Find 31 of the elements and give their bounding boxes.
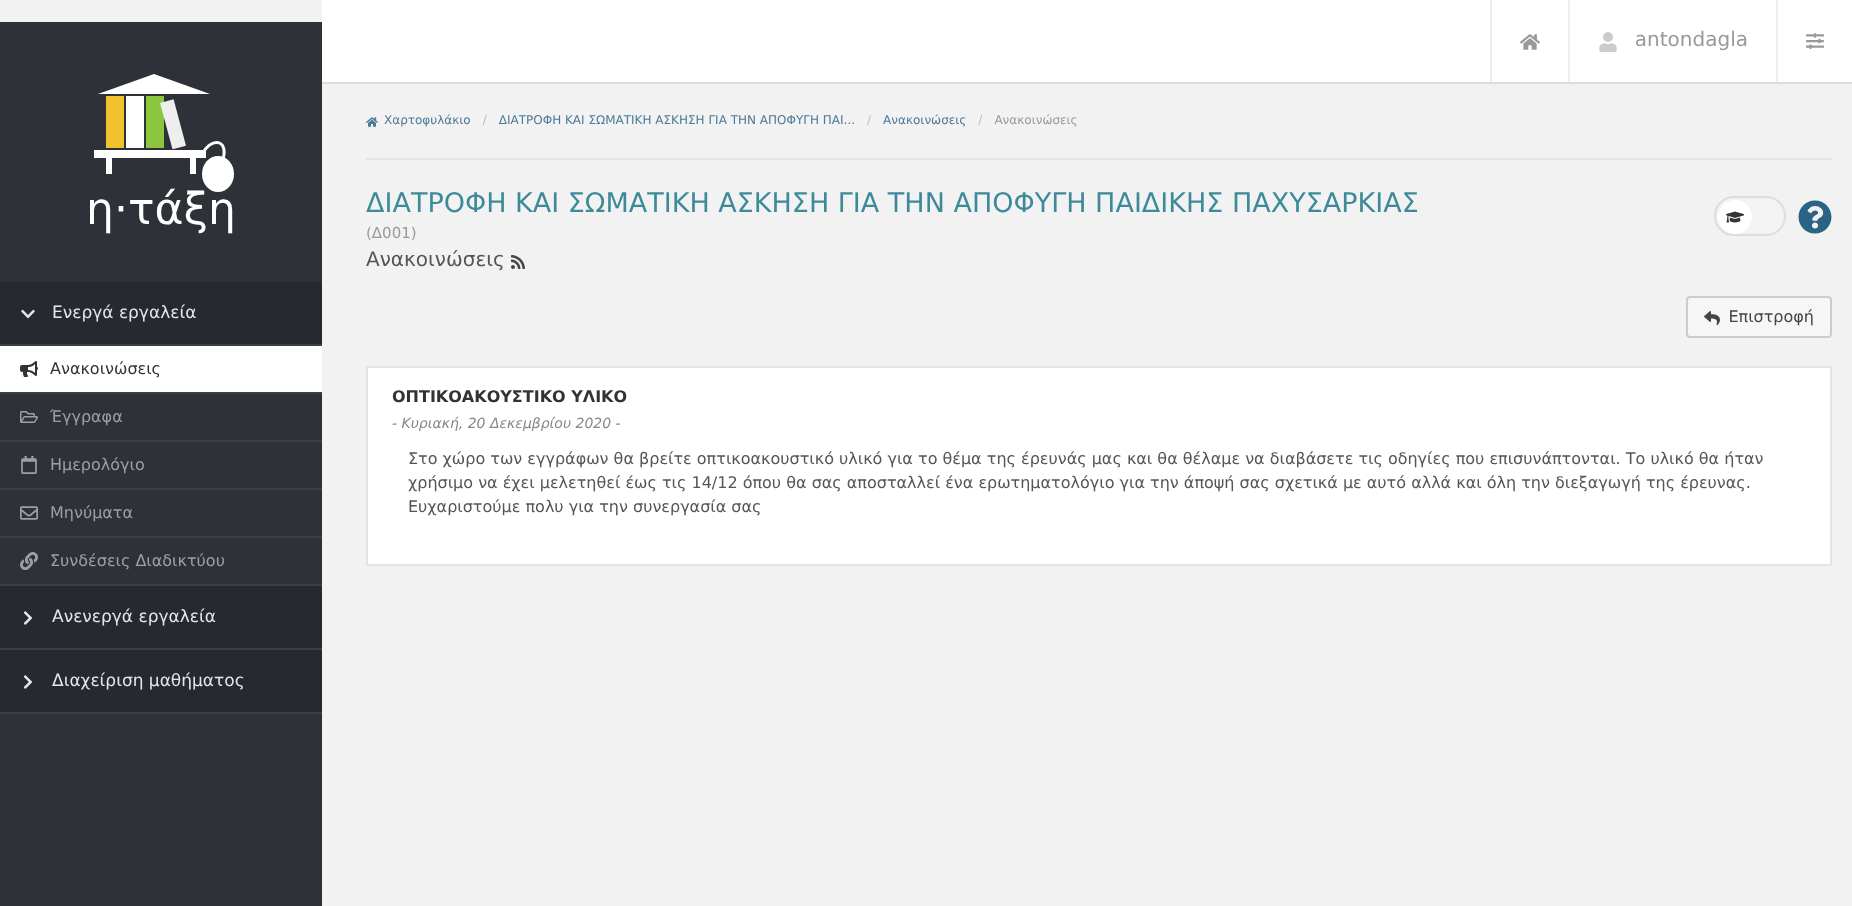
student-view-toggle[interactable] [1714, 196, 1786, 236]
user-icon [1598, 31, 1619, 51]
home-icon [366, 115, 378, 127]
sidebar-section[interactable]: Ανενεργά εργαλεία [0, 586, 322, 650]
chevron-right-icon [20, 609, 36, 625]
sidebar-section[interactable]: Διαχείριση μαθήματος [0, 650, 322, 714]
announcement-body: Στο χώρο των εγγράφων θα βρείτε οπτικοακουστικό υλικό για το θέμα της έρευνάς μας και θα θέλαμε να διαβάσετε τις οδηγίες που επισυνάπτονται. Το υλικό θα ήταν χρήσιμο να έχει μελετηθεί έως τις 14/12 όπου θα σας αποσταλλεί ένα ερωτηματολόγιο για την άποψή σας σχετικά με αυτό αλλά και όλη την διεξαγωγή της έρευνας. Ευχαριστούμε πολυ για την συνεργασία σας [406, 448, 1766, 520]
graduation-cap-icon [1726, 207, 1744, 225]
back-button[interactable]: Επιστροφή [1686, 296, 1832, 338]
sidebar-item[interactable]: Ανακοινώσεις [0, 346, 322, 394]
calendar-icon [20, 456, 38, 474]
rss-icon[interactable] [510, 253, 527, 269]
folder-icon [20, 408, 38, 426]
sidebar-item[interactable]: Ημερολόγιο [0, 442, 322, 490]
announcement-title: ΟΠΤΙΚΟΑΚΟΥΣΤΙΚΟ ΥΛΙΚΟ [392, 388, 630, 406]
section-title: Ανακοινώσεις [366, 250, 505, 272]
user-menu[interactable]: antondagla [1568, 0, 1776, 82]
settings-icon [1806, 32, 1824, 50]
chevron-down-icon [20, 305, 36, 321]
chevron-right-icon [20, 673, 36, 689]
course-title: ΔΙΑΤΡΟΦΗ ΚΑΙ ΣΩΜΑΤΙΚΗ ΑΣΚΗΣΗ ΓΙΑ ΤΗΝ ΑΠΟΦΥΓΗ ΠΑΙΔΙΚΗΣ ΠΑΧΥΣΑΡΚΙΑΣ [366, 188, 1419, 220]
home-icon [1520, 31, 1541, 51]
help-icon[interactable] [1798, 199, 1832, 233]
sidebar-section[interactable]: Ενεργά εργαλεία [0, 282, 322, 346]
link-icon [20, 552, 38, 570]
envelope-icon [20, 504, 38, 522]
sidebar-item[interactable]: Έγγραφα [0, 394, 322, 442]
logo-text: η·τάξη [86, 185, 236, 235]
reply-icon [1704, 309, 1721, 325]
sidebar-item[interactable]: Μηνύματα [0, 490, 322, 538]
megaphone-icon [20, 360, 38, 378]
